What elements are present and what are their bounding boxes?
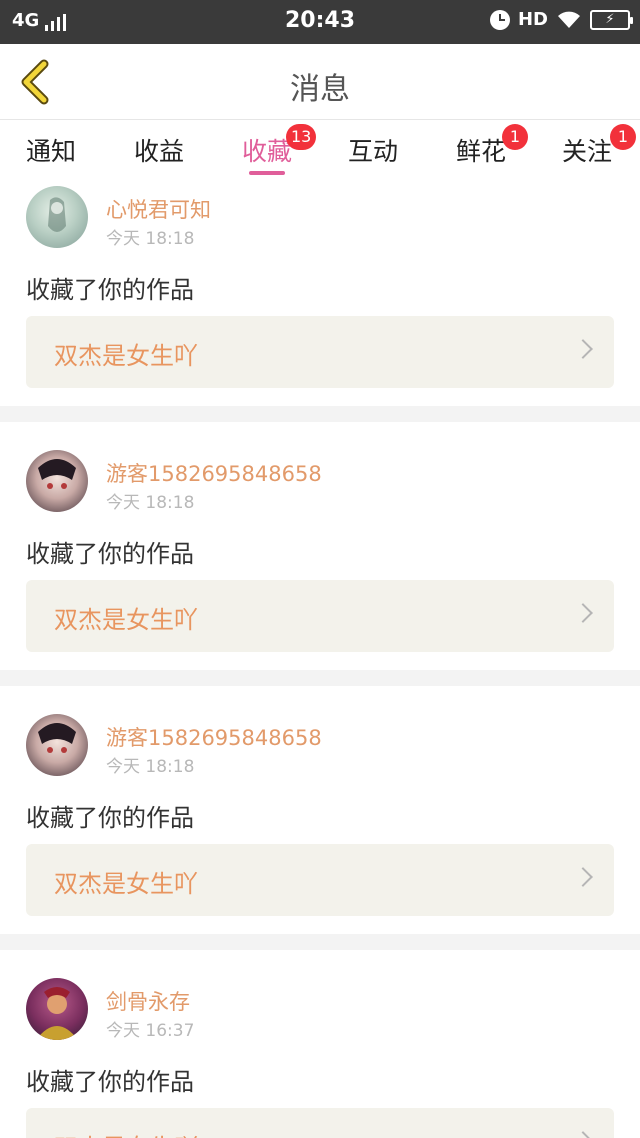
battery-charging-icon: ⚡ <box>590 9 633 30</box>
message-text: 收藏了你的作品 <box>26 1068 194 1096</box>
work-link[interactable]: 双杰是女生吖 <box>26 580 614 652</box>
divider <box>0 934 640 950</box>
page-title: 消息 <box>290 72 350 107</box>
username[interactable]: 游客1582695848658 <box>106 722 322 752</box>
message-text: 收藏了你的作品 <box>26 804 194 832</box>
avatar[interactable] <box>26 186 88 248</box>
status-icons: HD ⚡ <box>489 9 633 30</box>
tab-bar: 通知 收益 收藏 13 互动 鲜花 1 关注 1 <box>0 120 640 182</box>
hd-label: HD <box>517 9 548 30</box>
message-item: 游客1582695848658 今天 18:18 收藏了你的作品 双杰是女生吖 <box>0 422 640 670</box>
avatar[interactable] <box>26 450 88 512</box>
message-text: 收藏了你的作品 <box>26 276 194 304</box>
message-text: 收藏了你的作品 <box>26 540 194 568</box>
tab-favorites[interactable]: 收藏 13 <box>242 124 317 168</box>
username[interactable]: 心悦君可知 <box>106 194 211 224</box>
status-bar: 4G 20:43 HD ⚡ <box>0 0 640 44</box>
tab-label: 关注 <box>562 137 613 166</box>
active-tab-indicator <box>249 171 285 175</box>
timestamp: 今天 16:37 <box>106 1021 195 1041</box>
wifi-icon <box>556 10 582 30</box>
work-title: 双杰是女生吖 <box>54 870 198 898</box>
message-item: 心悦君可知 今天 18:18 收藏了你的作品 双杰是女生吖 <box>0 182 640 406</box>
divider <box>0 406 640 422</box>
chevron-right-icon <box>573 1131 593 1138</box>
nav-bar: 消息 <box>0 44 640 120</box>
tab-label: 收藏 <box>242 137 293 166</box>
work-title: 双杰是女生吖 <box>54 606 198 634</box>
tab-interaction[interactable]: 互动 <box>348 132 398 168</box>
tab-badge: 1 <box>502 124 528 150</box>
chevron-right-icon <box>573 867 593 887</box>
avatar[interactable] <box>26 978 88 1040</box>
chevron-right-icon <box>573 603 593 623</box>
chevron-right-icon <box>573 339 593 359</box>
divider <box>0 670 640 686</box>
tab-badge: 1 <box>610 124 636 150</box>
tab-follow[interactable]: 关注 1 <box>562 124 636 168</box>
tab-notification[interactable]: 通知 <box>26 132 76 168</box>
work-link[interactable]: 双杰是女生吖 <box>26 1108 614 1138</box>
tab-label: 通知 <box>26 137 77 166</box>
username[interactable]: 游客1582695848658 <box>106 458 322 488</box>
tab-flowers[interactable]: 鲜花 1 <box>456 124 528 168</box>
work-title: 双杰是女生吖 <box>54 342 198 370</box>
work-link[interactable]: 双杰是女生吖 <box>26 844 614 916</box>
message-item: 游客1582695848658 今天 18:18 收藏了你的作品 双杰是女生吖 <box>0 686 640 934</box>
work-link[interactable]: 双杰是女生吖 <box>26 316 614 388</box>
tab-label: 互动 <box>348 137 399 166</box>
avatar[interactable] <box>26 714 88 776</box>
work-title: 双杰是女生吖 <box>54 1128 198 1138</box>
timestamp: 今天 18:18 <box>106 229 195 249</box>
tab-badge: 13 <box>286 124 317 150</box>
alarm-icon <box>489 9 510 30</box>
timestamp: 今天 18:18 <box>106 757 195 777</box>
tab-label: 鲜花 <box>456 137 507 166</box>
tab-label: 收益 <box>134 137 185 166</box>
tab-earnings[interactable]: 收益 <box>134 132 184 168</box>
timestamp: 今天 18:18 <box>106 493 195 513</box>
message-item: 剑骨永存 今天 16:37 收藏了你的作品 双杰是女生吖 <box>0 950 640 1138</box>
username[interactable]: 剑骨永存 <box>106 986 190 1016</box>
